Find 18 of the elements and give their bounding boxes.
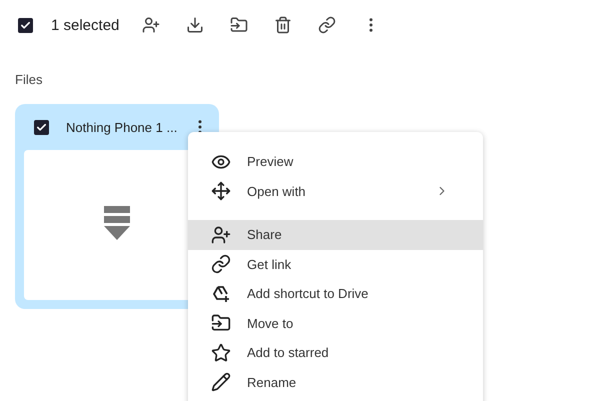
file-checkbox[interactable] <box>34 120 49 134</box>
menu-item[interactable]: Add to starred <box>188 338 483 368</box>
checkmark-icon <box>36 122 47 132</box>
selection-count: 1 selected <box>51 16 120 34</box>
folder-move-icon <box>211 313 231 334</box>
menu-item[interactable]: Move to <box>188 308 483 338</box>
link-icon <box>211 254 231 274</box>
section-title: Files <box>14 71 44 84</box>
drive-shortcut-icon <box>211 284 231 304</box>
share-icon <box>211 224 231 245</box>
move-icon <box>211 181 231 202</box>
menu-item[interactable]: Rename <box>188 368 483 397</box>
star-icon <box>211 342 231 363</box>
file-name: Nothing Phone 1 ... <box>66 120 178 134</box>
checkmark-icon <box>20 20 31 30</box>
pencil-icon <box>211 372 231 392</box>
select-all-checkbox[interactable] <box>18 18 33 32</box>
menu-item[interactable]: Share <box>188 220 483 250</box>
